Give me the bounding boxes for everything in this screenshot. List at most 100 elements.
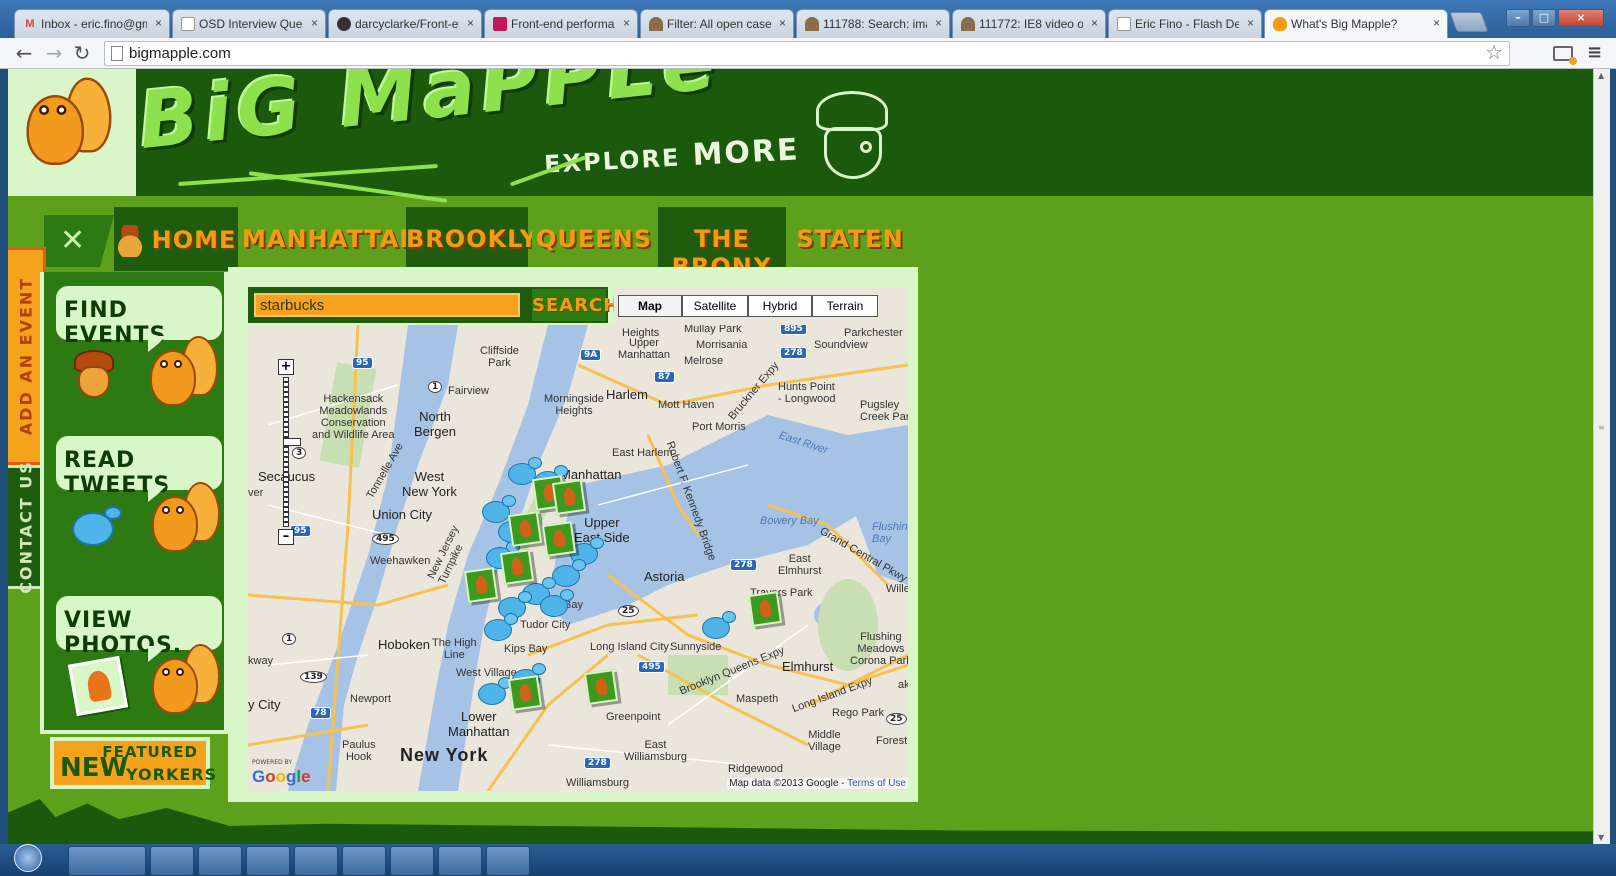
photo-marker-icon[interactable] xyxy=(463,567,499,603)
tab-title: What's Big Mapple? xyxy=(1291,17,1398,31)
back-arrow-icon[interactable]: ← xyxy=(12,42,36,66)
nav-queens[interactable]: QUEENS xyxy=(532,207,656,271)
close-icon[interactable]: × xyxy=(1247,16,1254,30)
map-type-terrain[interactable]: Terrain xyxy=(812,295,878,317)
bookmark-star-icon[interactable]: ☆ xyxy=(1485,40,1503,64)
nav-manhattan[interactable]: MANHATTAN xyxy=(242,207,419,271)
google-logo[interactable]: Google xyxy=(252,767,311,787)
browser-tab[interactable]: OSD Interview Ques × xyxy=(172,9,326,38)
tweet-marker-bird-icon[interactable] xyxy=(700,611,736,641)
new-tab-button[interactable] xyxy=(1449,12,1489,32)
photo-marker-icon[interactable] xyxy=(551,479,587,515)
os-taskbar xyxy=(0,844,1616,876)
taskbar-item[interactable] xyxy=(246,846,290,876)
find-events-link[interactable]: FIND EVENTS xyxy=(56,286,224,420)
zoom-in-button[interactable]: + xyxy=(278,359,294,375)
taskbar-item[interactable] xyxy=(390,846,434,876)
nav-brooklyn[interactable]: BROOKLYN xyxy=(406,207,558,271)
browser-tab[interactable]: M Inbox - eric.fino@gm × xyxy=(14,9,170,38)
acorn-icon xyxy=(115,225,144,257)
browser-tab[interactable]: 111772: IE8 video ov × xyxy=(952,9,1106,38)
browser-tab-active[interactable]: What's Big Mapple? × xyxy=(1264,9,1448,39)
tab-title: Filter: All open case xyxy=(667,17,771,31)
search-button[interactable]: SEARCH xyxy=(530,287,618,323)
zoom-slider[interactable] xyxy=(283,377,301,527)
powered-by-label: POWERED BY xyxy=(252,759,293,766)
browser-tab[interactable]: Filter: All open case × xyxy=(640,9,794,38)
map-label: kway xyxy=(248,655,274,667)
vertical-scrollbar[interactable]: ▲ ≡ ▼ xyxy=(1593,69,1610,844)
photo-marker-icon[interactable] xyxy=(541,521,577,557)
forward-arrow-icon[interactable]: → xyxy=(42,42,66,66)
reload-icon[interactable]: ↻ xyxy=(70,42,94,66)
map-label: Flushing Meadows Corona Park xyxy=(850,631,908,667)
taskbar-item[interactable] xyxy=(486,846,530,876)
nav-staten[interactable]: STATEN xyxy=(790,207,910,271)
tagline-big: MORE xyxy=(691,132,801,173)
photo-marker-icon[interactable] xyxy=(747,591,783,627)
nav-home[interactable]: HOME xyxy=(114,207,238,271)
browser-tab[interactable]: darcyclarke/Front-e × xyxy=(328,9,482,38)
contact-us-label: CONTACT US xyxy=(16,460,35,594)
close-icon[interactable]: × xyxy=(467,16,474,30)
read-tweets-link[interactable]: READ TWEETS xyxy=(56,436,224,570)
view-photos-link[interactable]: VIEW PHOTOS. xyxy=(56,596,224,730)
photo-marker-icon[interactable] xyxy=(499,549,535,585)
squirrel-icon xyxy=(142,336,218,412)
add-an-event-label: ADD AN EVENT xyxy=(16,276,35,436)
map-label: Lower Manhattan xyxy=(448,709,510,739)
highway-shield: 278 xyxy=(780,347,807,359)
map-copyright: Map data ©2013 Google - xyxy=(729,778,848,789)
photo-marker-icon[interactable] xyxy=(583,669,619,705)
menu-icon[interactable]: ≡ xyxy=(1587,44,1602,62)
taskbar-item[interactable] xyxy=(342,846,386,876)
tweet-marker-bird-icon[interactable] xyxy=(482,613,518,643)
close-icon[interactable]: × xyxy=(935,16,942,30)
close-icon[interactable]: × xyxy=(623,16,630,30)
featured-new-yorkers-button[interactable]: FEATURED NEW YORKERS xyxy=(50,737,216,789)
map-label: Kips Bay xyxy=(504,643,548,655)
map-type-satellite[interactable]: Satellite xyxy=(682,295,748,317)
nav-x-decoration: ✕ xyxy=(44,215,114,267)
taskbar-item[interactable] xyxy=(198,846,242,876)
google-map[interactable]: Heights Parkchester Mullay Park Cliffsid… xyxy=(248,325,908,791)
search-input[interactable] xyxy=(254,293,520,317)
nav-the-bronx[interactable]: THE BRONX xyxy=(658,207,786,281)
map-type-hybrid[interactable]: Hybrid xyxy=(748,295,812,317)
photo-marker-icon[interactable] xyxy=(507,511,543,547)
map-label: West New York xyxy=(402,469,457,499)
css-icon xyxy=(493,17,507,31)
view-photos-label: VIEW PHOTOS. xyxy=(56,596,222,662)
browser-tab[interactable]: 111788: Search: ima × xyxy=(796,9,950,38)
browser-tab[interactable]: Front-end performa × xyxy=(484,9,638,38)
photo-marker-icon[interactable] xyxy=(507,675,543,711)
map-label: Hunts Point - Longwood xyxy=(778,381,836,405)
zoom-slider-handle[interactable] xyxy=(283,438,301,446)
cast-extension-icon[interactable] xyxy=(1553,46,1577,65)
taskbar-item[interactable] xyxy=(438,846,482,876)
close-icon[interactable]: × xyxy=(1433,16,1440,30)
zoom-out-button[interactable]: – xyxy=(278,529,294,545)
maximize-button[interactable]: □ xyxy=(1532,9,1556,27)
address-bar[interactable]: bigmapple.com ☆ xyxy=(104,40,1510,66)
taskbar-item[interactable] xyxy=(294,846,338,876)
browser-tab[interactable]: Eric Fino - Flash Dev × xyxy=(1108,9,1262,38)
map-label: ver xyxy=(248,487,264,499)
close-icon[interactable]: × xyxy=(155,16,162,30)
close-icon[interactable]: × xyxy=(311,16,318,30)
map-label: Morrisania xyxy=(696,339,748,351)
minimize-button[interactable]: – xyxy=(1506,9,1530,27)
close-icon[interactable]: × xyxy=(1091,16,1098,30)
window-close-button[interactable]: × xyxy=(1558,9,1604,27)
address-url[interactable]: bigmapple.com xyxy=(129,45,231,62)
squirrel-logo-icon[interactable] xyxy=(8,69,136,196)
tab-title: darcyclarke/Front-e xyxy=(355,17,459,31)
start-button[interactable] xyxy=(14,844,42,872)
terms-of-use-link[interactable]: Terms of Use xyxy=(847,778,906,789)
taskbar-item[interactable] xyxy=(150,846,194,876)
map-type-map[interactable]: Map xyxy=(618,295,682,317)
tweet-marker-bird-icon[interactable] xyxy=(538,589,574,619)
tweet-marker-bird-icon[interactable] xyxy=(476,677,512,707)
taskbar-item[interactable] xyxy=(68,846,146,876)
close-icon[interactable]: × xyxy=(779,16,786,30)
